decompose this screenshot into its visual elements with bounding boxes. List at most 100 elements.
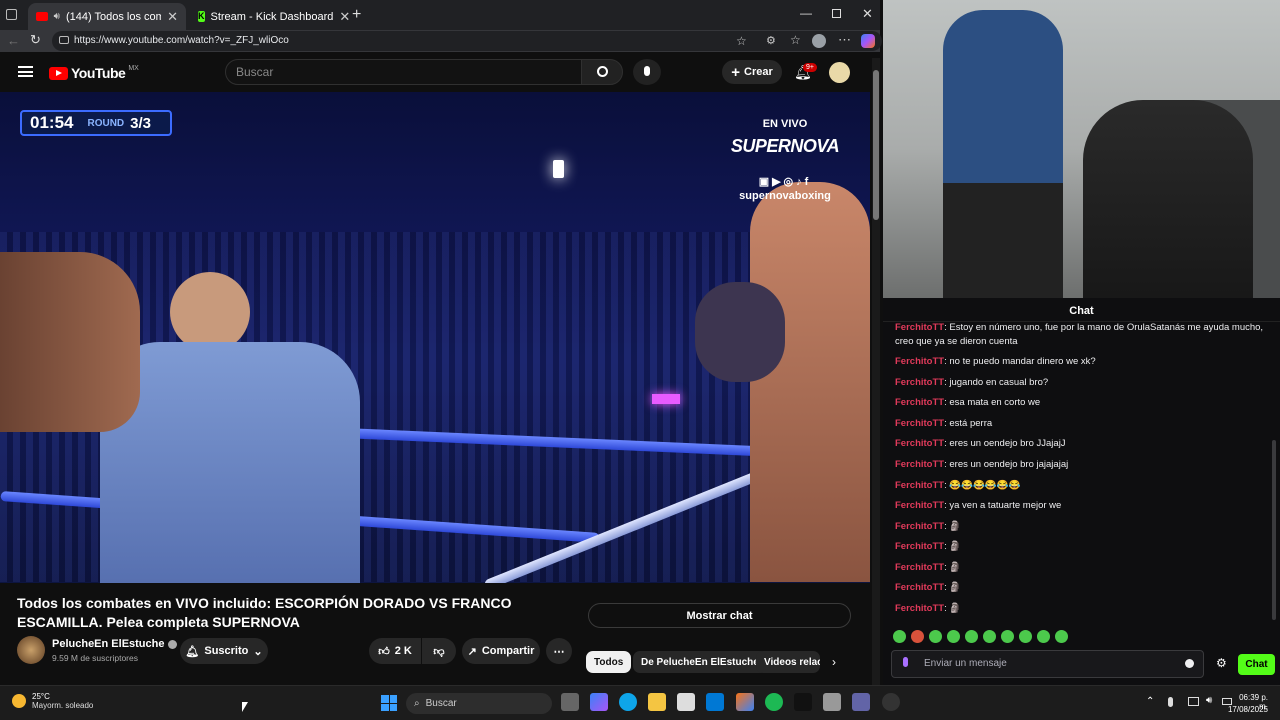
copilot-icon[interactable] (861, 34, 875, 48)
speaker-icon[interactable]: 🔊︎ (54, 11, 60, 22)
favorites-icon[interactable]: ☆ (790, 33, 801, 47)
account-avatar[interactable] (829, 62, 850, 83)
more-actions-button[interactable]: ⋯ (546, 638, 572, 664)
chat-username[interactable]: FerchitoTT (895, 562, 944, 573)
app-icon[interactable] (823, 693, 841, 711)
chat-message-input[interactable]: Enviar un mensaje (891, 650, 1204, 678)
tray-mic-icon[interactable] (1168, 697, 1173, 707)
emote-icon[interactable] (911, 630, 924, 643)
weather-sun-icon (12, 694, 26, 708)
webcam-feed (883, 0, 1280, 298)
dislike-button[interactable]: 👎︎ (422, 638, 456, 664)
minimize-button[interactable]: — (800, 6, 812, 20)
task-view-icon[interactable] (561, 693, 579, 711)
spotify-icon[interactable] (765, 693, 783, 711)
emote-icon[interactable] (893, 630, 906, 643)
m365-icon[interactable] (736, 693, 754, 711)
tiktok-icon[interactable] (794, 693, 812, 711)
file-explorer-icon[interactable] (648, 693, 666, 711)
profile-avatar[interactable] (812, 34, 826, 48)
emote-bar (893, 630, 1068, 643)
video-title: Todos los combates en VIVO incluido: ESC… (17, 595, 512, 630)
tray-volume-icon[interactable]: 🔊︎ (1206, 695, 1212, 706)
chat-username[interactable]: FerchitoTT (895, 418, 944, 429)
chat-username[interactable]: FerchitoTT (895, 459, 944, 470)
new-tab-button[interactable]: + (352, 6, 361, 24)
emote-icon[interactable] (983, 630, 996, 643)
emote-icon[interactable] (947, 630, 960, 643)
close-tab-icon[interactable]: ✕ (167, 9, 178, 25)
chip-all[interactable]: Todos (586, 651, 632, 673)
subscribed-button[interactable]: 🔔︎ Suscrito ⌄ (180, 638, 268, 664)
store-icon[interactable] (677, 693, 695, 711)
emote-icon[interactable] (929, 630, 942, 643)
start-button[interactable] (381, 695, 397, 711)
taskbar-search[interactable]: ⌕ Buscar (406, 693, 552, 714)
edge-icon[interactable] (619, 693, 637, 711)
chat-username[interactable]: FerchitoTT (895, 397, 944, 408)
tab-kick-dashboard[interactable]: K Stream - Kick Dashboard ✕ (190, 3, 350, 30)
chat-text: ya ven a tatuarte mejor we (949, 500, 1062, 511)
clock-date[interactable]: 17/08/2025 (1220, 705, 1268, 714)
chat-username[interactable]: FerchitoTT (895, 377, 944, 388)
chat-username[interactable]: FerchitoTT (895, 356, 944, 367)
tab-actions-icon[interactable] (6, 9, 17, 20)
search-button[interactable] (581, 59, 623, 85)
scrollbar-thumb[interactable] (873, 70, 879, 220)
chat-username[interactable]: FerchitoTT (895, 322, 944, 333)
youtube-logo[interactable]: YouTube MX (49, 65, 139, 81)
chat-username[interactable]: FerchitoTT (895, 521, 944, 532)
maximize-button[interactable] (832, 9, 841, 18)
close-tab-icon[interactable]: ✕ (339, 9, 350, 25)
more-menu-icon[interactable]: ⋯ (838, 32, 851, 48)
chevron-right-icon[interactable]: › (832, 655, 836, 669)
voice-search-button[interactable] (633, 59, 661, 85)
obs-icon[interactable] (882, 693, 900, 711)
chat-username[interactable]: FerchitoTT (895, 438, 944, 449)
chat-username[interactable]: FerchitoTT (895, 582, 944, 593)
copilot-app-icon[interactable] (590, 693, 608, 711)
close-window-button[interactable]: ✕ (862, 6, 873, 22)
emote-icon[interactable] (965, 630, 978, 643)
emote-icon[interactable] (1037, 630, 1050, 643)
send-chat-button[interactable]: Chat (1238, 654, 1275, 675)
share-button[interactable]: ↗ Compartir (462, 638, 540, 664)
chat-scrollbar[interactable] (1272, 440, 1276, 620)
chip-from-channel[interactable]: De PelucheEn ElEstuche (633, 651, 767, 673)
reload-icon[interactable]: ↻ (30, 32, 41, 48)
youtube-search-input[interactable]: Buscar (225, 59, 582, 85)
show-chat-button[interactable]: Mostrar chat (588, 603, 851, 628)
like-button[interactable]: 👍︎ 2 K (369, 638, 421, 664)
chat-username[interactable]: FerchitoTT (895, 541, 944, 552)
site-info-icon[interactable] (59, 36, 69, 44)
favorite-star-icon[interactable]: ☆ (736, 34, 747, 48)
hamburger-menu-icon[interactable] (18, 66, 33, 77)
tab-youtube[interactable]: 🔊︎ (144) Todos los combates en ✕ (28, 3, 186, 30)
chat-message: FerchitoTT: 🗿 (895, 561, 1265, 575)
emoji-picker-icon[interactable] (1185, 659, 1194, 668)
back-icon[interactable]: ← (7, 33, 20, 48)
chat-settings-icon[interactable]: ⚙ (1216, 656, 1227, 670)
verified-icon (168, 639, 178, 649)
emote-icon[interactable] (1001, 630, 1014, 643)
create-button[interactable]: + Crear (722, 60, 782, 84)
tray-network-icon[interactable] (1188, 697, 1199, 706)
channel-name[interactable]: PelucheEn ElEstuche (52, 638, 178, 650)
emote-icon[interactable] (1055, 630, 1068, 643)
chat-username[interactable]: FerchitoTT (895, 500, 944, 511)
microphone-icon[interactable] (903, 657, 908, 667)
teams-icon[interactable] (852, 693, 870, 711)
emote-icon[interactable] (1019, 630, 1032, 643)
tray-chevron-icon[interactable]: ⌃ (1146, 696, 1154, 707)
chat-text: Estoy en número uno, fue por la mano de … (895, 322, 1264, 347)
chat-username[interactable]: FerchitoTT (895, 480, 944, 491)
chip-related[interactable]: Videos relac (756, 651, 820, 673)
outlook-icon[interactable] (706, 693, 724, 711)
chat-username[interactable]: FerchitoTT (895, 603, 944, 614)
channel-avatar[interactable] (17, 636, 45, 664)
weather-widget[interactable]: 25°C Mayorm. soleado (12, 692, 93, 710)
search-icon: ⌕ (414, 698, 420, 709)
extensions-icon[interactable]: ⚙ (766, 34, 776, 47)
page-scrollbar[interactable] (872, 58, 880, 685)
url-field[interactable]: https://www.youtube.com/watch?v=_ZFJ_wli… (52, 31, 882, 51)
